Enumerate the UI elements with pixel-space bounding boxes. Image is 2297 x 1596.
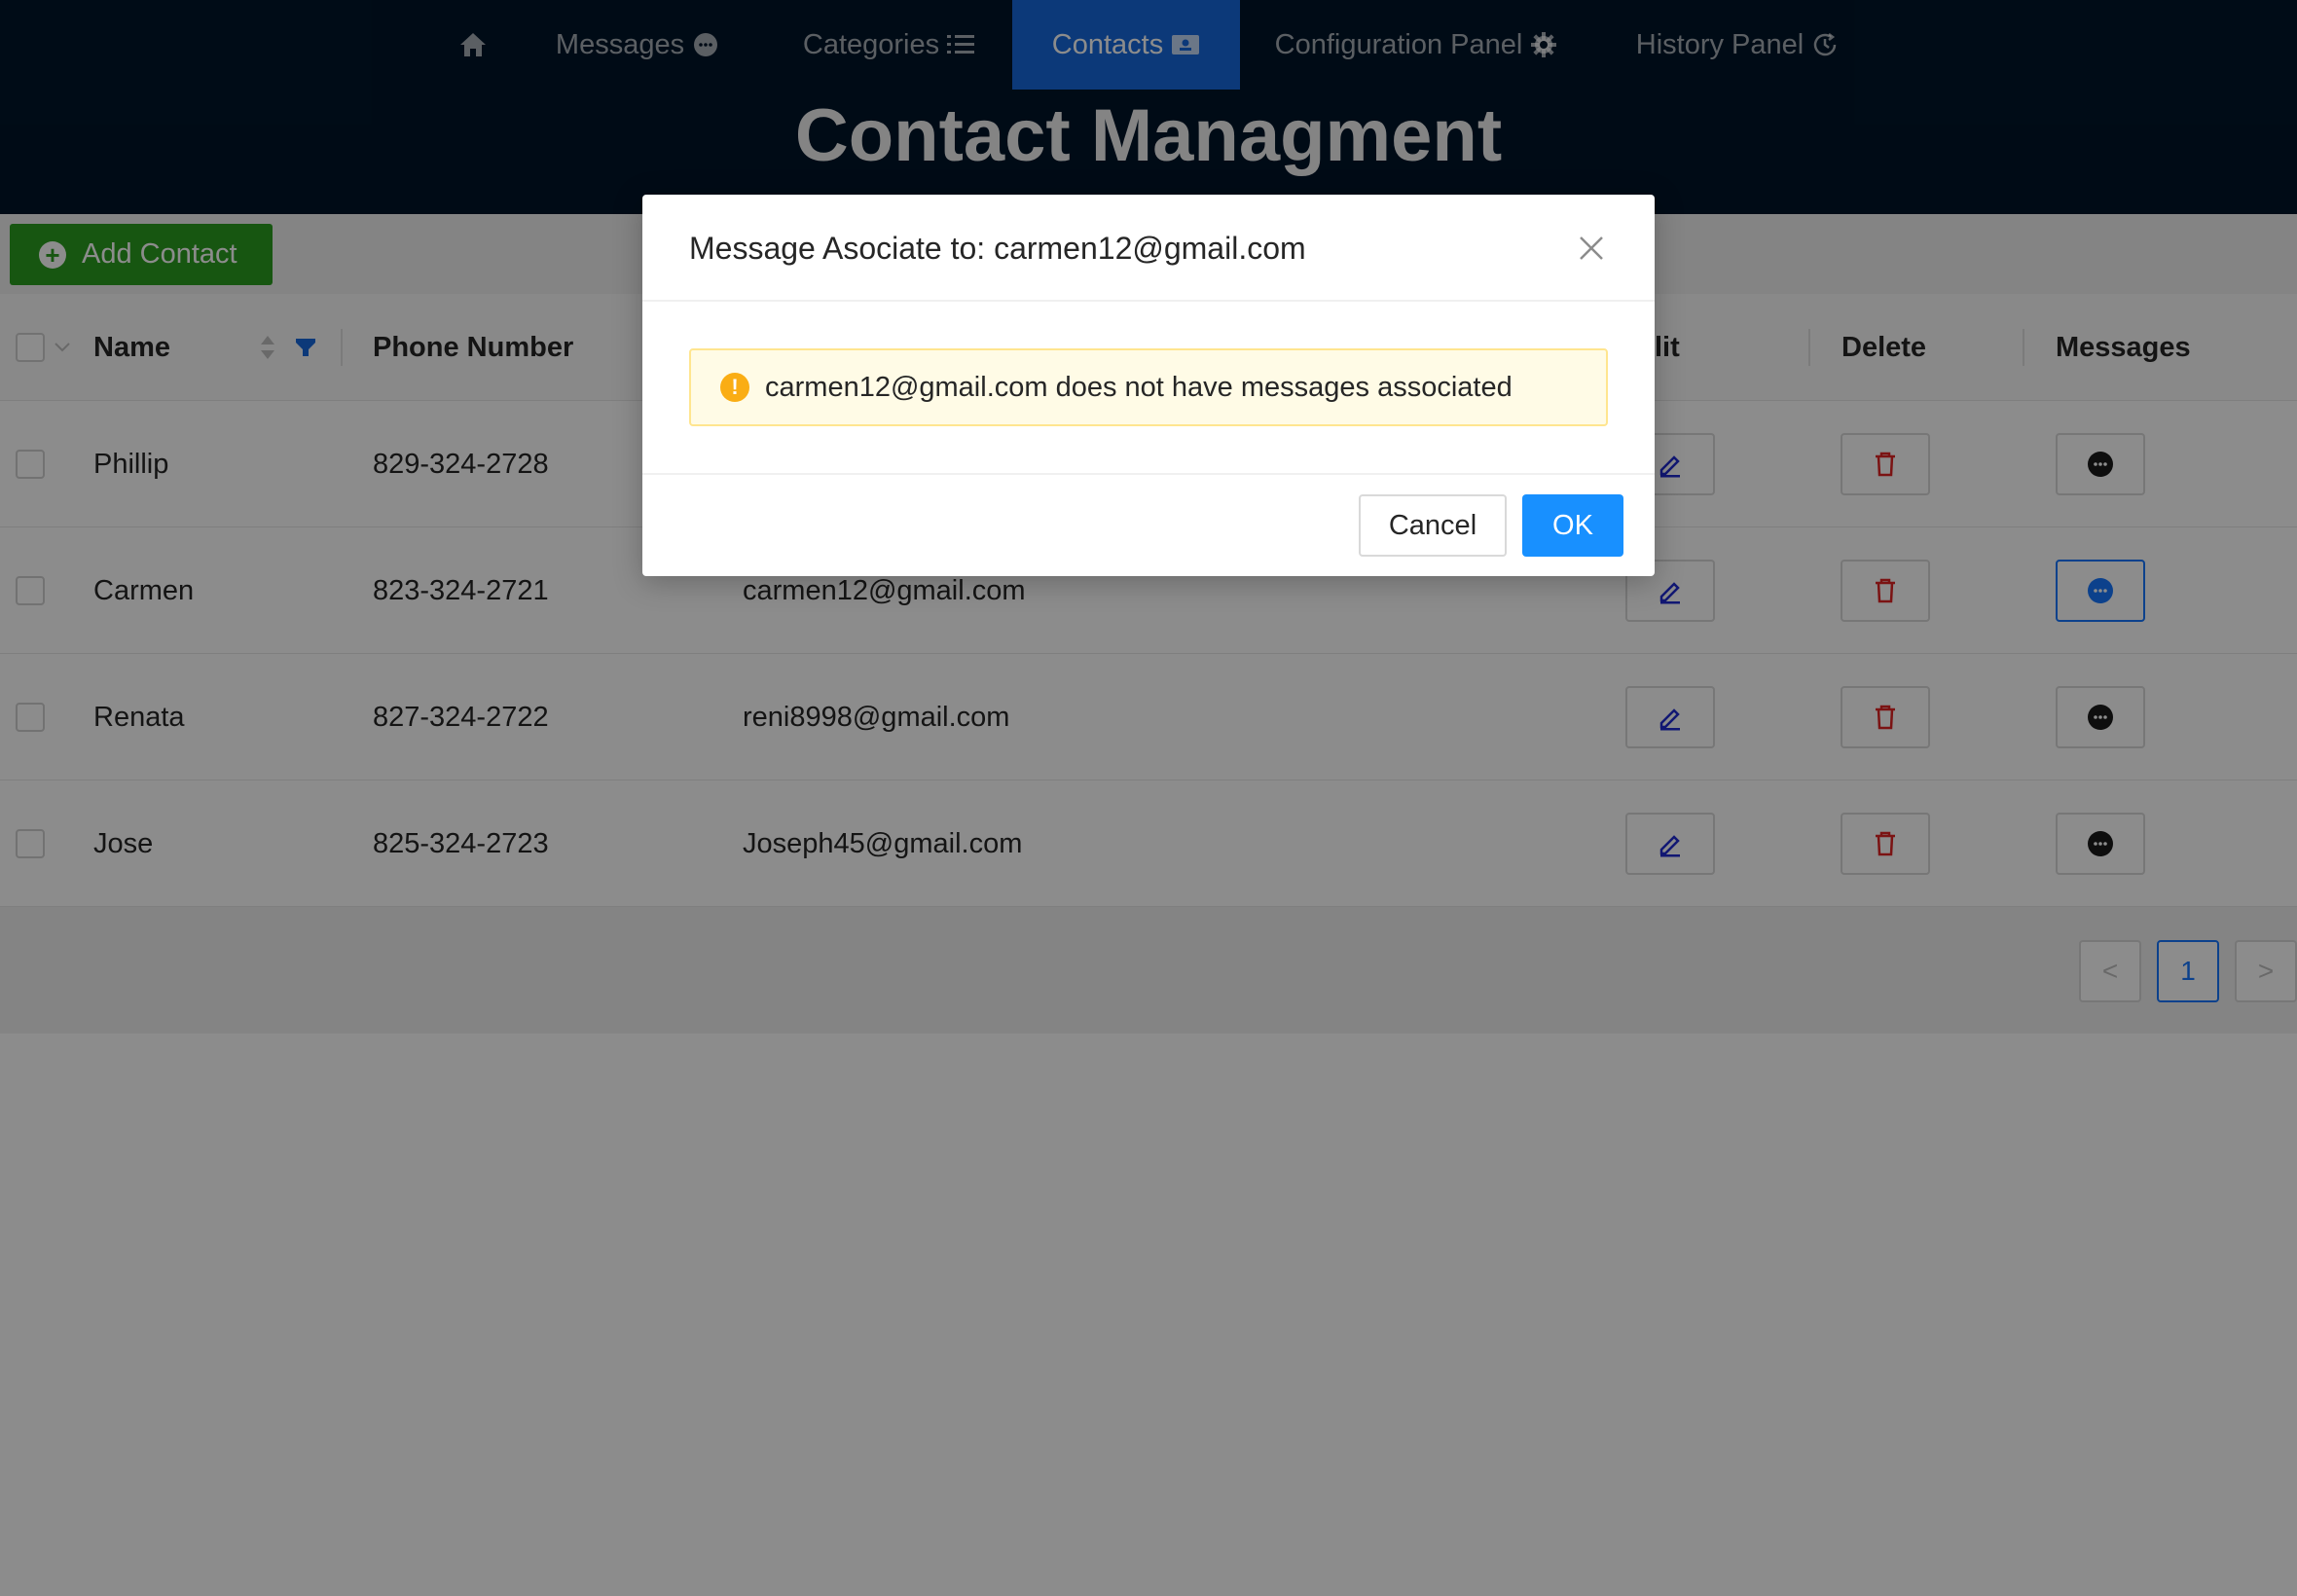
- alert-text: carmen12@gmail.com does not have message…: [765, 371, 1513, 403]
- ok-button[interactable]: OK: [1522, 494, 1623, 557]
- close-icon: [1580, 236, 1603, 260]
- cancel-button[interactable]: Cancel: [1359, 494, 1507, 557]
- modal-title: Message Asociate to: carmen12@gmail.com: [689, 230, 1306, 266]
- modal-footer: Cancel OK: [642, 473, 1655, 576]
- warning-icon: !: [720, 373, 749, 402]
- close-button[interactable]: [1575, 232, 1608, 265]
- modal-header: Message Asociate to: carmen12@gmail.com: [642, 195, 1655, 302]
- warning-alert: ! carmen12@gmail.com does not have messa…: [689, 348, 1608, 426]
- message-modal: Message Asociate to: carmen12@gmail.com …: [642, 195, 1655, 576]
